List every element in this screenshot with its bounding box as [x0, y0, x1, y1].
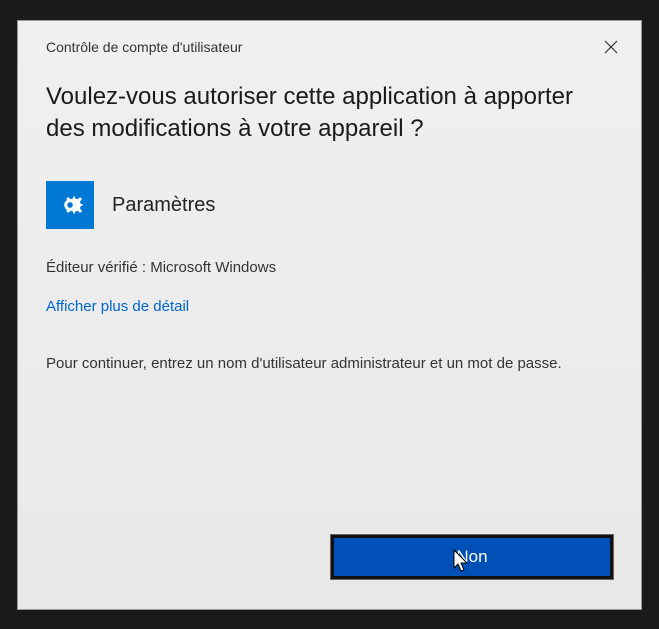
gear-icon — [53, 188, 87, 222]
no-button-label: Non — [456, 547, 487, 567]
dialog-question: Voulez-vous autoriser cette application … — [18, 61, 641, 158]
app-row: Paramètres — [18, 157, 641, 237]
close-button[interactable] — [595, 33, 627, 61]
no-button[interactable]: Non — [331, 535, 613, 579]
button-row: Non — [18, 535, 641, 609]
app-name: Paramètres — [112, 194, 215, 217]
app-icon-container — [46, 181, 94, 229]
uac-dialog: Contrôle de compte d'utilisateur Voulez-… — [17, 20, 642, 610]
show-details-link[interactable]: Afficher plus de détail — [18, 276, 641, 315]
close-icon — [604, 40, 618, 54]
credential-instruction: Pour continuer, entrez un nom d'utilisat… — [18, 315, 641, 376]
dialog-header: Contrôle de compte d'utilisateur — [18, 21, 641, 61]
publisher-info: Éditeur vérifié : Microsoft Windows — [18, 237, 641, 276]
dialog-title: Contrôle de compte d'utilisateur — [46, 39, 242, 55]
